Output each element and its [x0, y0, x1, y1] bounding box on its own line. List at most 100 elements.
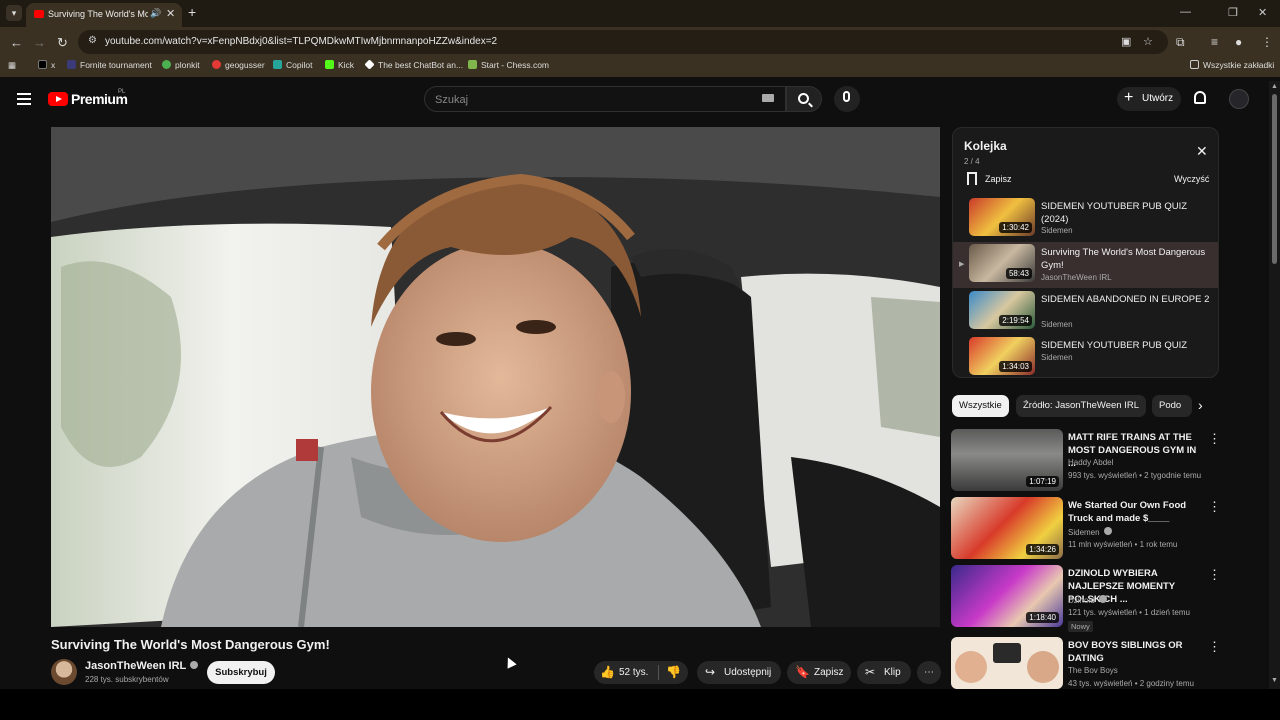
bookmark-kick[interactable]: Kick — [325, 60, 354, 70]
recommendation-channel[interactable]: Dzinold — [1068, 595, 1107, 605]
thumbnail-image — [951, 637, 1063, 689]
notifications-bell-icon[interactable] — [1194, 91, 1206, 104]
hamburger-menu-icon[interactable] — [17, 93, 31, 105]
bookmark-copilot[interactable]: Copilot — [273, 60, 312, 70]
chip-all[interactable]: Wszystkie — [952, 395, 1009, 417]
site-info-icon[interactable]: ⚙ — [88, 35, 97, 46]
recommendation-channel[interactable]: The Bov Boys — [1068, 666, 1118, 675]
save-playlist-icon[interactable] — [967, 172, 977, 185]
search-button[interactable] — [786, 86, 822, 112]
browser-menu-icon[interactable]: ⋮ — [1261, 35, 1273, 49]
close-tab-icon[interactable]: ✕ — [166, 7, 175, 20]
recommendation-meta: 43 tys. wyświetleń • 2 godziny temu — [1068, 679, 1194, 688]
chip-similar[interactable]: Podo — [1152, 395, 1192, 417]
queue-item-current[interactable]: ▶ 58:43 Surviving The World's Most Dange… — [953, 242, 1218, 288]
bookmark-chess[interactable]: Start - Chess.com — [468, 60, 549, 70]
cast-icon[interactable]: ▣ — [1121, 35, 1131, 48]
bookmark-chatbot[interactable]: The best ChatBot an... — [364, 59, 463, 70]
queue-item[interactable]: 1:30:42 SIDEMEN YOUTUBER PUB QUIZ (2024)… — [953, 196, 1218, 242]
duration-badge: 1:34:03 — [999, 361, 1032, 372]
subscriber-count: 228 tys. subskrybentów — [85, 675, 169, 684]
more-horizontal-icon: ⋯ — [924, 667, 934, 678]
share-button[interactable]: ↪ Udostępnij — [697, 661, 781, 684]
video-title: Surviving The World's Most Dangerous Gym… — [51, 637, 330, 652]
restore-icon[interactable]: ❐ — [1228, 6, 1238, 19]
like-count[interactable]: 52 tys. — [619, 661, 648, 684]
kick-icon — [325, 60, 334, 69]
youtube-logo-icon[interactable] — [48, 92, 68, 106]
extensions-icon[interactable]: ⧉ — [1176, 35, 1185, 50]
forward-icon[interactable]: → — [33, 35, 46, 50]
taskbar-area — [0, 689, 1280, 720]
recommendation-item[interactable]: 1:18:40 DZINOLD WYBIERA NAJLEPSZE MOMENT… — [951, 565, 1251, 632]
x-icon — [38, 60, 47, 69]
thumbs-up-icon[interactable]: 👍 — [600, 661, 615, 684]
recommendation-thumbnail — [951, 637, 1063, 689]
media-icon[interactable]: ≡ — [1211, 35, 1218, 49]
share-label: Udostępnij — [724, 667, 772, 678]
back-icon[interactable]: ← — [10, 35, 23, 50]
scroll-up-icon[interactable]: ▲ — [1271, 83, 1278, 90]
address-bar[interactable]: ⚙ youtube.com/watch?v=xFenpNBdxj0&list=T… — [78, 30, 1168, 54]
like-dislike-group: 👍 52 tys. 👎 — [594, 661, 688, 684]
bookmark-plonkit[interactable]: plonkit — [162, 60, 200, 70]
queue-item-title: SIDEMEN ABANDONED IN EUROPE 2 — [1041, 294, 1210, 305]
scissors-icon: ✂ — [865, 665, 876, 679]
bookmark-geoguesser[interactable]: geogusser — [212, 60, 265, 70]
keyboard-icon[interactable] — [762, 94, 774, 102]
bookmarks-bar: ▦ x Fornite tournament plonkit geogusser… — [0, 57, 1280, 77]
bookmark-fornite[interactable]: Fornite tournament — [67, 60, 152, 70]
more-vertical-icon[interactable]: ⋮ — [1208, 499, 1221, 515]
subscribe-button[interactable]: Subskrybuj — [207, 661, 275, 684]
scroll-down-icon[interactable]: ▼ — [1271, 677, 1278, 684]
url-text[interactable]: youtube.com/watch?v=xFenpNBdxj0&list=TLP… — [105, 36, 497, 47]
bookmark-x[interactable]: x — [38, 60, 55, 70]
queue-item-channel: JasonTheWeen IRL — [1041, 273, 1112, 282]
recommendation-item[interactable]: 1:34:26 We Started Our Own Food Truck an… — [951, 497, 1251, 559]
all-bookmarks[interactable]: Wszystkie zakładki — [1190, 60, 1274, 70]
tab-title: Surviving The World's Most — [48, 9, 148, 19]
save-button[interactable]: 🔖 Zapisz — [787, 661, 851, 684]
recommendation-item[interactable]: 1:07:19 MATT RIFE TRAINS AT THE MOST DAN… — [951, 429, 1251, 491]
more-vertical-icon[interactable]: ⋮ — [1208, 431, 1221, 447]
voice-search-button[interactable] — [834, 86, 860, 112]
account-avatar[interactable] — [1229, 89, 1249, 109]
page-scrollbar[interactable]: ▲ ▼ — [1269, 81, 1280, 689]
recommendation-channel[interactable]: Sidemen — [1068, 527, 1112, 537]
queue-item-channel: Sidemen — [1041, 353, 1073, 362]
profile-icon[interactable]: ● — [1235, 35, 1242, 49]
search-input[interactable] — [435, 92, 735, 108]
more-actions-button[interactable]: ⋯ — [917, 661, 941, 684]
speaker-icon[interactable]: 🔊 — [150, 8, 161, 19]
queue-item[interactable]: 1:34:03 SIDEMEN YOUTUBER PUB QUIZ Sideme… — [953, 335, 1218, 377]
channel-name-link[interactable]: JasonTheWeen IRL — [85, 660, 199, 672]
clip-label: Klip — [884, 667, 901, 678]
channel-avatar[interactable] — [51, 659, 77, 685]
tab-search-button[interactable]: ▾ — [6, 5, 22, 21]
new-tab-icon[interactable]: + — [188, 4, 196, 20]
bookmark-star-icon[interactable]: ☆ — [1143, 35, 1153, 48]
recommendation-channel[interactable]: Haddy Abdel — [1068, 458, 1113, 467]
reload-icon[interactable]: ↻ — [57, 35, 68, 51]
clip-button[interactable]: ✂ Klip — [857, 661, 911, 684]
video-player[interactable] — [51, 127, 940, 627]
create-button[interactable]: + Utwórz — [1117, 87, 1181, 111]
duration-badge: 1:07:19 — [1026, 476, 1059, 487]
browser-toolbar: ← → ↻ ⚙ youtube.com/watch?v=xFenpNBdxj0&… — [0, 27, 1280, 57]
minimize-icon[interactable]: — — [1180, 6, 1191, 18]
search-box[interactable] — [424, 86, 786, 112]
chevron-right-icon[interactable]: › — [1198, 397, 1203, 413]
queue-save-button[interactable]: Zapisz — [985, 174, 1012, 184]
queue-clear-button[interactable]: Wyczyść — [1174, 174, 1209, 184]
more-vertical-icon[interactable]: ⋮ — [1208, 639, 1221, 655]
window-close-icon[interactable]: ✕ — [1258, 6, 1267, 19]
more-vertical-icon[interactable]: ⋮ — [1208, 567, 1221, 583]
queue-thumbnail: 2:19:54 — [969, 291, 1035, 329]
close-queue-icon[interactable]: ✕ — [1196, 143, 1208, 160]
scrollbar-thumb[interactable] — [1272, 94, 1277, 264]
chip-source[interactable]: Źródło: JasonTheWeen IRL — [1016, 395, 1146, 417]
queue-item[interactable]: 2:19:54 SIDEMEN ABANDONED IN EUROPE 2 Si… — [953, 289, 1218, 335]
apps-icon[interactable]: ▦ — [8, 60, 16, 71]
browser-tab[interactable]: Surviving The World's Most 🔊 ✕ — [26, 3, 182, 27]
thumbs-down-icon[interactable]: 👎 — [666, 661, 681, 684]
